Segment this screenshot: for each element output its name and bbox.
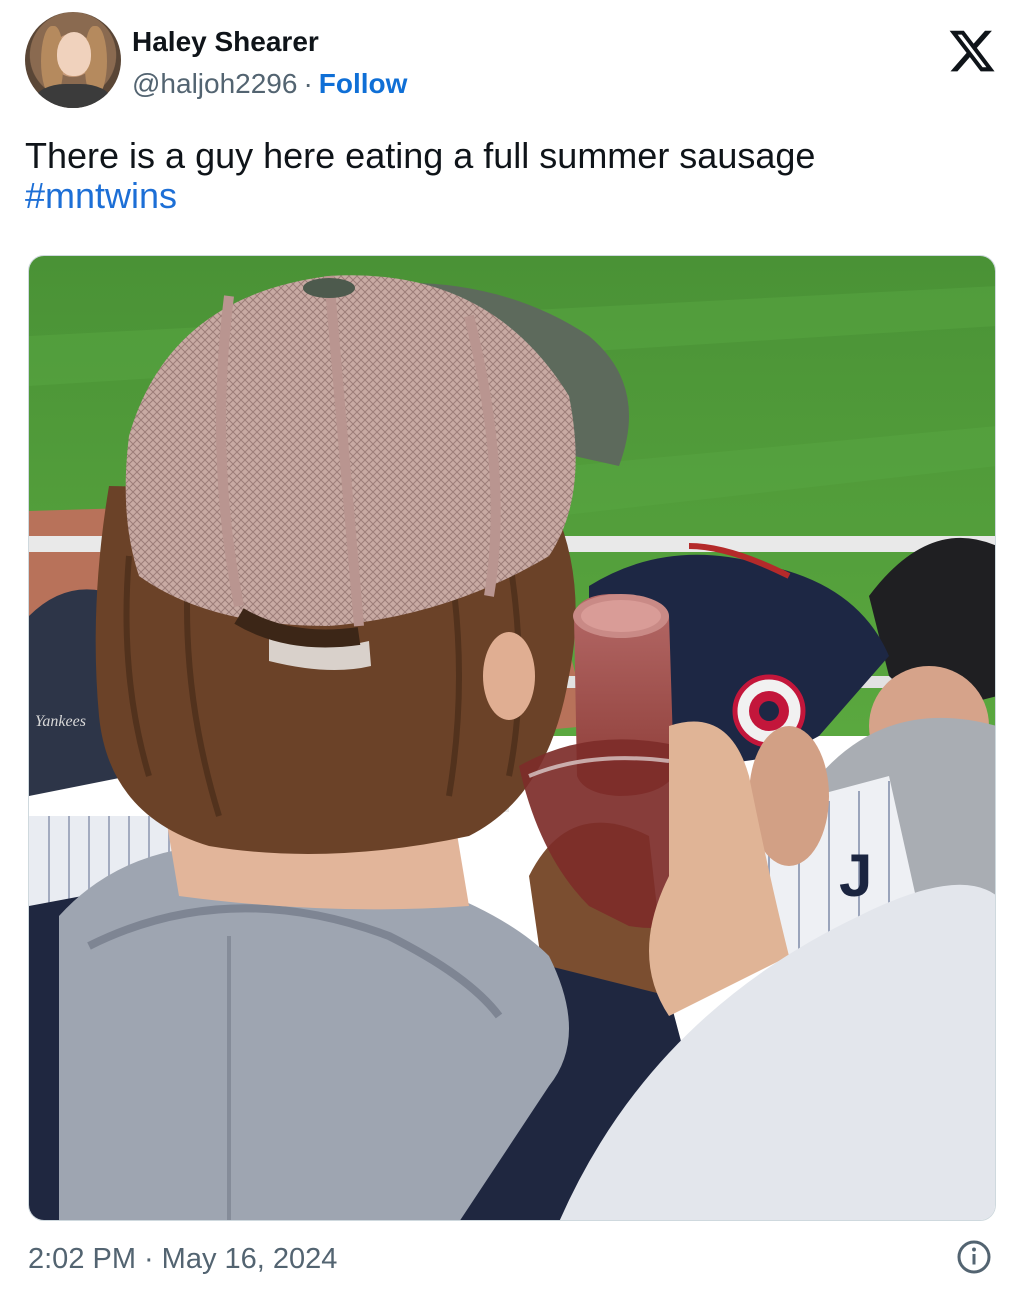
hashtag-link[interactable]: #mntwins: [25, 176, 985, 216]
tweet-time: 2:02 PM: [28, 1243, 136, 1275]
tweet-timestamp[interactable]: 2:02 PM · May 16, 2024: [28, 1243, 337, 1276]
yankees-cap-logo: Yankees: [35, 713, 86, 730]
avatar-shirt: [35, 84, 111, 108]
tweet-photo[interactable]: Yankees J: [28, 255, 996, 1221]
info-icon[interactable]: [956, 1239, 992, 1275]
handle-separator: ·: [303, 68, 313, 99]
tweet-text: There is a guy here eating a full summer…: [25, 135, 816, 176]
tweet-date: May 16, 2024: [161, 1243, 338, 1275]
avatar-face: [57, 32, 91, 76]
tweet-header: Haley Shearer @haljoh2296 · Follow: [25, 12, 1000, 112]
follow-button[interactable]: Follow: [319, 68, 408, 99]
author-name[interactable]: Haley Shearer: [132, 26, 319, 58]
timestamp-separator: ·: [144, 1243, 154, 1275]
author-handle[interactable]: @haljoh2296: [132, 68, 297, 99]
tweet-card: Haley Shearer @haljoh2296 · Follow There i…: [0, 0, 1014, 1296]
x-logo-icon[interactable]: [947, 26, 997, 76]
avatar[interactable]: [25, 12, 121, 108]
tweet-body: There is a guy here eating a full summer…: [25, 136, 985, 216]
ear: [483, 632, 535, 720]
photo-illustration: Yankees J: [29, 256, 995, 1220]
svg-text:J: J: [839, 842, 872, 909]
cap-button: [303, 278, 355, 298]
author-handle-line: @haljoh2296 · Follow: [132, 68, 407, 100]
